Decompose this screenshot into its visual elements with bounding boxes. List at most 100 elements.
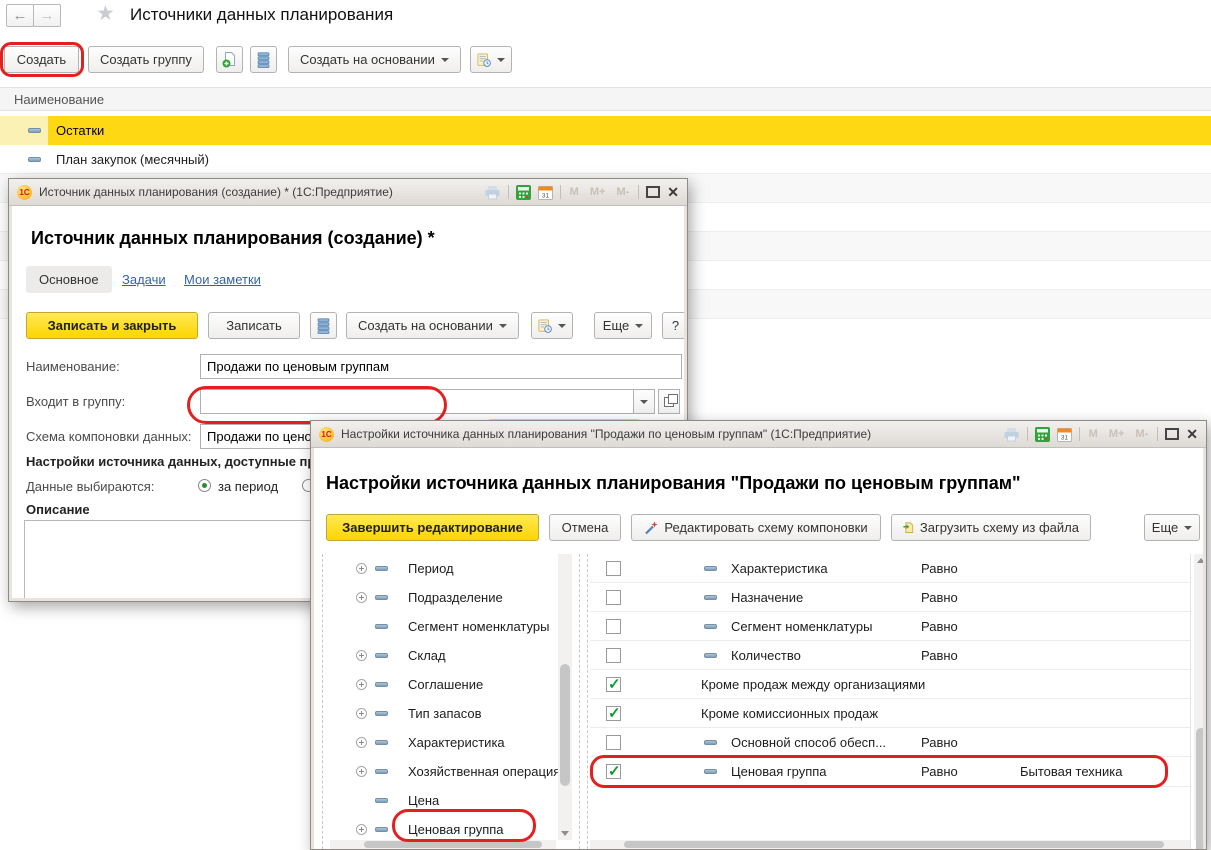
create-group-button[interactable]: Создать группу xyxy=(88,46,204,73)
condition-row[interactable]: Сегмент номенклатуры Равно xyxy=(590,612,1190,641)
tab-notes[interactable]: Мои заметки xyxy=(184,266,261,293)
splitter-line[interactable] xyxy=(579,554,580,849)
expand-icon[interactable] xyxy=(356,737,367,748)
tree-item-price[interactable]: Цена xyxy=(326,786,558,815)
condition-row[interactable]: Основной способ обесп... Равно xyxy=(590,728,1190,757)
report-menu-button[interactable] xyxy=(531,312,573,339)
tree-item-segment[interactable]: Сегмент номенклатуры xyxy=(326,612,558,641)
memory-mminus-button[interactable]: M- xyxy=(1133,428,1150,440)
conditions-vscrollbar[interactable] xyxy=(1194,554,1203,840)
tree-item-period[interactable]: Период xyxy=(326,554,558,583)
name-field[interactable] xyxy=(200,354,682,379)
checkbox[interactable] xyxy=(606,735,621,750)
calendar-icon[interactable]: 31 xyxy=(538,185,553,200)
forward-button[interactable]: → xyxy=(33,4,61,27)
scroll-up-icon[interactable] xyxy=(1197,558,1203,563)
tree-item-operation[interactable]: Хозяйственная операция xyxy=(326,757,558,786)
memory-m-button[interactable]: M xyxy=(568,186,581,198)
create-copy-button[interactable] xyxy=(216,46,243,73)
expand-icon[interactable] xyxy=(356,824,367,835)
tab-tasks[interactable]: Задачи xyxy=(122,266,166,293)
create-button[interactable]: Создать xyxy=(4,46,79,73)
group-choice-button[interactable] xyxy=(633,389,655,414)
splitter-line[interactable] xyxy=(587,554,588,849)
group-open-button[interactable] xyxy=(658,389,680,414)
memory-m-button[interactable]: M xyxy=(1087,428,1100,440)
edit-composition-schema-button[interactable]: Редактировать схему компоновки xyxy=(631,514,881,541)
list-settings-button[interactable] xyxy=(310,312,337,339)
condition-row[interactable]: Характеристика Равно xyxy=(590,554,1190,583)
cancel-button[interactable]: Отмена xyxy=(549,514,621,541)
more-button[interactable]: Еще xyxy=(594,312,652,339)
expand-icon[interactable] xyxy=(356,563,367,574)
checkbox[interactable] xyxy=(606,764,621,779)
report-menu-button[interactable] xyxy=(470,46,512,73)
tree-vscrollbar[interactable] xyxy=(558,554,572,840)
checkbox[interactable] xyxy=(606,677,621,692)
scroll-down-icon[interactable] xyxy=(561,831,569,836)
checkbox[interactable] xyxy=(606,648,621,663)
condition-row[interactable]: Кроме продаж между организациями xyxy=(590,670,1190,699)
tree-item-department[interactable]: Подразделение xyxy=(326,583,558,612)
conditions-hscrollbar[interactable] xyxy=(590,840,1190,849)
calculator-icon[interactable] xyxy=(1035,427,1050,442)
tree-item-warehouse[interactable]: Склад xyxy=(326,641,558,670)
maximize-button[interactable] xyxy=(1165,428,1179,440)
conditions-vscrollbar-thumb[interactable] xyxy=(1196,728,1203,849)
save-button[interactable]: Записать xyxy=(208,312,300,339)
expand-icon[interactable] xyxy=(356,679,367,690)
tree-item-characteristic[interactable]: Характеристика xyxy=(326,728,558,757)
checkbox[interactable] xyxy=(606,561,621,576)
maximize-button[interactable] xyxy=(646,186,660,198)
tree-item-stock-type[interactable]: Тип запасов xyxy=(326,699,558,728)
radio-period[interactable] xyxy=(198,479,211,492)
tree-item-label: Ценовая группа xyxy=(408,822,504,837)
list-row[interactable]: План закупок (месячный) xyxy=(0,145,1211,174)
close-button[interactable]: ✕ xyxy=(667,185,679,199)
1c-logo-icon: 1С xyxy=(319,427,334,442)
group-field[interactable] xyxy=(200,389,634,414)
memory-mminus-button[interactable]: M- xyxy=(614,186,631,198)
row-separator xyxy=(590,611,1190,612)
load-schema-button[interactable]: Загрузить схему из файла xyxy=(891,514,1091,541)
checkbox[interactable] xyxy=(606,590,621,605)
checkbox[interactable] xyxy=(606,706,621,721)
condition-row[interactable]: Назначение Равно xyxy=(590,583,1190,612)
list-row-selected[interactable]: Остатки xyxy=(0,116,1211,145)
condition-row[interactable]: Количество Равно xyxy=(590,641,1190,670)
print-icon[interactable] xyxy=(484,185,501,200)
expand-icon[interactable] xyxy=(356,592,367,603)
expand-icon[interactable] xyxy=(356,766,367,777)
create-based-on-button[interactable]: Создать на основании xyxy=(288,46,461,73)
help-button[interactable]: ? xyxy=(662,312,684,339)
more-button[interactable]: Еще xyxy=(1144,514,1200,541)
calculator-icon[interactable] xyxy=(516,185,531,200)
more-label: Еще xyxy=(1152,520,1178,535)
favorite-star-icon[interactable]: ★ xyxy=(96,1,115,26)
finish-editing-button[interactable]: Завершить редактирование xyxy=(326,514,539,541)
print-icon[interactable] xyxy=(1003,427,1020,442)
condition-row-price-group[interactable]: Ценовая группа Равно Бытовая техника xyxy=(590,757,1190,786)
list-settings-button[interactable] xyxy=(250,46,277,73)
tab-main[interactable]: Основное xyxy=(26,266,112,293)
calendar-icon[interactable]: 31 xyxy=(1057,427,1072,442)
expand-icon[interactable] xyxy=(356,708,367,719)
expand-icon[interactable] xyxy=(356,650,367,661)
dialog2-titlebar[interactable]: 1С Настройки источника данных планирован… xyxy=(311,421,1206,448)
tree-item-agreement[interactable]: Соглашение xyxy=(326,670,558,699)
condition-row[interactable]: Кроме комиссионных продаж xyxy=(590,699,1190,728)
save-and-close-button[interactable]: Записать и закрыть xyxy=(26,312,198,339)
tree-hscrollbar[interactable] xyxy=(330,840,556,849)
row-separator xyxy=(590,727,1190,728)
dialog1-header: Источник данных планирования (создание) … xyxy=(31,228,435,249)
back-button[interactable]: ← xyxy=(6,4,34,27)
memory-mplus-button[interactable]: M+ xyxy=(588,186,608,198)
dialog1-titlebar[interactable]: 1С Источник данных планирования (создани… xyxy=(9,179,687,206)
memory-mplus-button[interactable]: M+ xyxy=(1107,428,1127,440)
checkbox[interactable] xyxy=(606,619,621,634)
create-based-on-button[interactable]: Создать на основании xyxy=(346,312,519,339)
tree-vscrollbar-thumb[interactable] xyxy=(560,664,570,786)
close-button[interactable]: ✕ xyxy=(1186,427,1198,441)
list-column-header[interactable]: Наименование xyxy=(0,87,1211,111)
row-separator xyxy=(590,640,1190,641)
